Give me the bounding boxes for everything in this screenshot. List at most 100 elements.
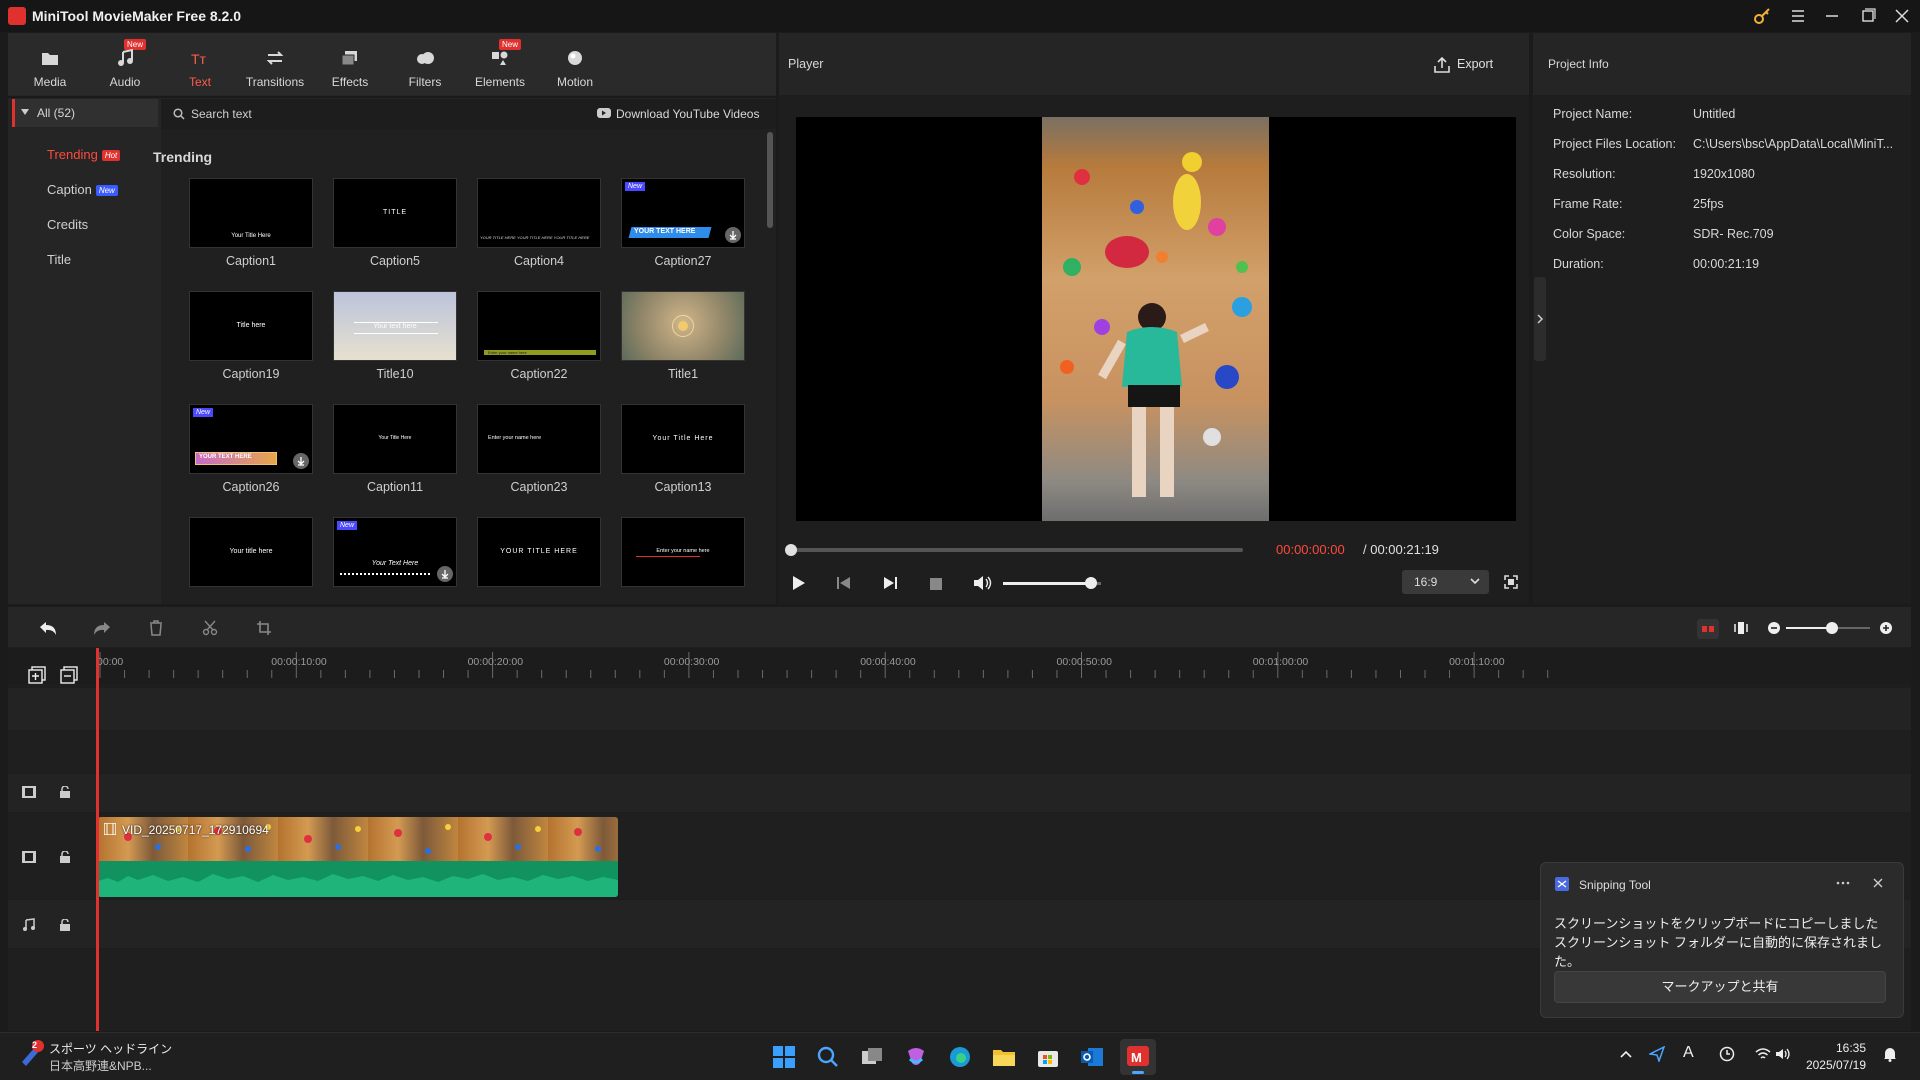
location-arrow-icon[interactable] [1649,1046,1665,1062]
copilot-icon[interactable] [904,1045,928,1069]
tab-motion[interactable]: Motion [540,39,610,93]
text-template-thumb[interactable]: New YOUR TEXT HERE [621,178,745,248]
redo-icon[interactable] [92,620,112,636]
fit-timeline-icon[interactable] [1733,620,1749,636]
news-widget[interactable]: 2 [18,1040,44,1068]
text-template-thumb[interactable]: Enter your name here [477,291,601,361]
text-template-thumb[interactable]: Title here [189,291,313,361]
speaker-icon[interactable] [1775,1047,1791,1061]
volume-slider[interactable] [1003,577,1101,589]
folder-icon [40,49,60,67]
wifi-icon[interactable] [1755,1047,1771,1061]
next-frame-icon[interactable] [883,576,897,590]
fullscreen-icon[interactable] [1504,575,1518,589]
news-title: スポーツ ヘッドライン [49,1042,173,1056]
remove-track-icon[interactable] [60,666,78,684]
panel-collapse-handle[interactable] [1534,277,1546,361]
delete-icon[interactable] [148,620,164,636]
tab-audio[interactable]: New Audio [90,39,160,93]
category-credits[interactable]: Credits [47,217,88,232]
scissors-icon[interactable] [202,620,218,636]
download-icon[interactable] [725,227,741,243]
store-icon[interactable] [1036,1045,1060,1069]
text-template-thumb[interactable]: Enter your name here [621,517,745,587]
text-template-thumb[interactable]: New Your Text Here [333,517,457,587]
text-template-thumb[interactable]: Your Title Here [333,404,457,474]
clock-icon[interactable] [1719,1046,1735,1062]
chevron-up-icon[interactable] [1619,1048,1633,1062]
tab-media[interactable]: Media [15,39,85,93]
markup-share-button[interactable]: マークアップと共有 [1554,971,1886,1003]
tab-effects[interactable]: Effects [315,39,385,93]
play-icon[interactable] [791,574,807,592]
video-track-1[interactable] [8,774,1911,812]
minimize-icon[interactable] [1816,4,1848,28]
text-template-thumb[interactable] [621,291,745,361]
text-template-thumb[interactable]: New YOUR TEXT HERE [189,404,313,474]
ruler-label: 00:00:10:00 [271,656,327,668]
empty-track [8,732,1911,772]
playhead[interactable] [96,648,99,1031]
close-icon[interactable] [1886,4,1918,28]
template-label: Caption27 [654,254,712,268]
zoom-in-icon[interactable] [1879,621,1893,635]
outlook-icon[interactable] [1080,1045,1104,1069]
lock-icon[interactable] [60,786,70,798]
menu-icon[interactable] [1782,4,1814,28]
text-template-thumb[interactable]: YOUR TITLE HERE YOUR TITLE HERE YOUR TIT… [477,178,601,248]
edge-browser-icon[interactable] [948,1045,972,1069]
stop-icon[interactable] [930,578,942,590]
ruler-label: 00:00:50:00 [1056,656,1112,668]
export-button[interactable]: Export [1433,50,1513,80]
category-all[interactable]: All (52) [12,99,158,127]
maximize-icon[interactable] [1852,4,1884,28]
text-track[interactable] [8,688,1911,730]
file-explorer-icon[interactable] [992,1045,1016,1069]
template-label: Caption4 [513,254,565,268]
category-caption[interactable]: Caption New [47,182,118,197]
download-youtube-link[interactable]: Download YouTube Videos [616,107,759,121]
tab-filters[interactable]: Filters [390,39,460,93]
info-label: Resolution: [1553,167,1616,181]
video-preview[interactable] [796,117,1516,521]
category-trending[interactable]: Trending Hot [47,147,121,162]
tab-elements[interactable]: New Elements [465,39,535,93]
prev-frame-icon[interactable] [837,576,851,590]
tab-transitions[interactable]: Transitions [240,39,310,93]
search-input[interactable]: Search text [191,107,252,121]
video-clip[interactable]: VID_20250717_172910694 [98,817,618,897]
volume-icon[interactable] [973,575,993,591]
more-options-icon[interactable] [1831,873,1855,893]
snap-toggle-icon[interactable] [1697,619,1719,639]
ime-indicator-icon[interactable]: A [1683,1044,1694,1062]
text-template-thumb[interactable]: YOUR TITLE HERE [477,517,601,587]
download-icon[interactable] [293,453,309,469]
add-track-icon[interactable] [28,666,46,684]
text-template-thumb[interactable]: TITLE [333,178,457,248]
seek-bar[interactable] [785,544,1243,556]
download-icon[interactable] [437,566,453,582]
grid-scrollbar[interactable] [767,132,773,228]
crop-icon[interactable] [256,620,272,636]
moviemaker-taskbar-icon[interactable]: M [1120,1039,1156,1075]
notification-bell-icon[interactable] [1882,1046,1898,1062]
close-icon[interactable] [1866,873,1890,893]
undo-icon[interactable] [38,620,58,636]
category-title[interactable]: Title [47,252,71,267]
tab-text[interactable]: Tт Text [165,39,235,93]
lock-icon[interactable] [60,851,70,863]
film-icon [22,851,36,863]
aspect-ratio-select[interactable]: 16:9 [1402,570,1489,594]
task-view-icon[interactable] [860,1045,884,1069]
zoom-out-icon[interactable] [1767,621,1781,635]
key-icon[interactable] [1752,6,1774,26]
search-icon[interactable] [816,1045,840,1069]
zoom-slider[interactable] [1786,622,1870,634]
text-template-thumb[interactable]: Your title here [189,517,313,587]
text-template-thumb[interactable]: Enter your name here [477,404,601,474]
text-template-thumb[interactable]: Your Title Here [189,178,313,248]
start-icon[interactable] [772,1045,796,1069]
text-template-thumb[interactable]: Your Title Here [621,404,745,474]
text-template-thumb[interactable]: Your text here [333,291,457,361]
lock-icon[interactable] [60,919,70,931]
